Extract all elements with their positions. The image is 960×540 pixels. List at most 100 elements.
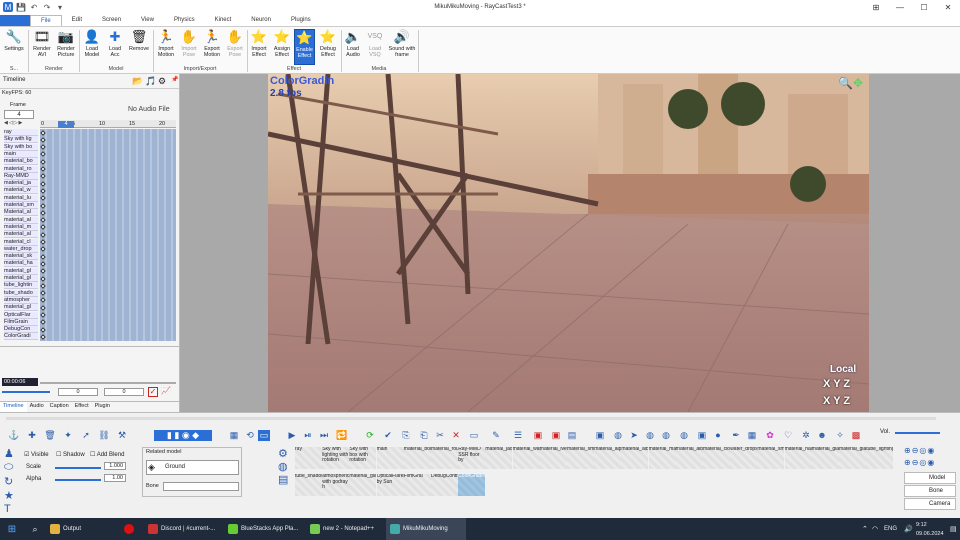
notifications-icon[interactable]: ▤ [946,518,960,540]
model-item[interactable]: tube_shadow [295,474,322,496]
model-item[interactable]: material_rough_iron [431,447,458,469]
copy-icon[interactable]: ⎘ [400,430,412,441]
track-row[interactable]: material_ha [4,260,38,268]
tool-icon[interactable]: ⚒ [116,430,128,441]
model-item[interactable]: material_glass_refractive [839,447,866,469]
load-audio-button[interactable]: 🔈 Load Audio [343,29,363,65]
folder-icon[interactable]: 📂 [132,76,143,87]
tab-neuron[interactable]: Neuron [241,15,281,26]
tab-view[interactable]: View [131,15,164,26]
grid-icon[interactable]: ▦ [228,430,240,441]
taskbar-item-output[interactable]: Output [46,518,120,540]
tab-kinect[interactable]: Kinect [205,15,242,26]
link-icon[interactable]: ⛓ [98,430,110,441]
track-row[interactable]: water_drop [4,245,38,253]
local-mode-label[interactable]: Local [830,364,856,375]
track-row[interactable]: Sky with lig [4,136,38,144]
assign-effect-button[interactable]: ⭐ Assign Effect [271,29,293,65]
model-item[interactable]: material_smooth_gold [757,447,785,469]
maximize-button[interactable]: ☐ [912,0,936,14]
current-frame-marker[interactable]: 4 [58,121,74,128]
alpha-slider[interactable] [55,479,101,481]
model-item[interactable]: material_alpha_2.0 [594,447,622,469]
layout-icon[interactable]: ⊞ [864,0,888,14]
axis-gizmo-2[interactable]: X Y Z [823,395,850,407]
search-icon[interactable]: ⌕ [24,518,46,540]
model-item[interactable]: Ray-MMD SSR floor by [458,447,486,469]
list-icon[interactable]: ☰ [512,430,524,441]
tab-plugin[interactable]: Plugin [92,402,113,412]
anchor-icon[interactable]: ⚓ [8,430,20,441]
volume-slider[interactable] [895,432,940,434]
render-avi-button[interactable]: 🎞 Render AVI [31,29,53,65]
track-row[interactable]: material_gl [4,267,38,275]
track-row[interactable]: DebugCon [4,326,38,334]
model-item[interactable]: OpticalFlares by Sun [376,474,404,496]
step-icon[interactable]: ⏭ [318,430,330,441]
close-button[interactable]: ✕ [936,0,960,14]
track-row[interactable]: main [4,150,38,158]
tab-physics[interactable]: Physics [164,15,205,26]
taskbar-item-notepad[interactable]: new 2 - Notepad++ [306,518,386,540]
loop-icon[interactable]: ⟲ [244,430,256,441]
model-item[interactable]: material_glass [811,447,839,469]
image2-icon[interactable]: ▣ [550,430,562,441]
sparkle-icon[interactable]: ✧ [834,430,846,441]
globe-icon[interactable]: ◍ [612,430,624,441]
zoom-icon[interactable]: 🔍 [838,76,853,90]
star-tool-icon[interactable]: ★ [4,489,16,502]
model-item[interactable]: material_glass_refractive_frosted [349,474,377,496]
render-picture-button[interactable]: 📷 Render Picture [54,29,78,65]
cube-icon[interactable]: ▣ [594,430,606,441]
zoom-slider[interactable] [2,388,50,396]
language-indicator[interactable]: ENG [880,518,901,540]
graph-icon[interactable]: 📈 [161,387,173,397]
import-pose-button[interactable]: ✋ Import Pose [178,29,200,65]
track-row[interactable]: material_w [4,187,38,195]
model-item[interactable]: material_albedo [675,447,703,469]
alpha-input[interactable]: 1.00 [104,474,126,482]
track-row[interactable]: FilmGrain [4,318,38,326]
play-pause-icon[interactable]: ⏯ [302,430,314,441]
model-item[interactable]: material_albedo_x4 [621,447,649,469]
camera-nav-icons[interactable]: ⊕⊖◎◉ [904,446,956,456]
load-acc-button[interactable]: ✚ Load Acc [105,29,125,65]
scale-slider[interactable] [55,467,101,469]
track-row[interactable]: ColorGradi [4,333,38,341]
tab-screen[interactable]: Screen [92,15,131,26]
track-row[interactable]: material_al [4,216,38,224]
tab-quick[interactable] [0,15,30,26]
music-icon[interactable]: 🎵 [145,76,156,87]
tab-caption[interactable]: Caption [47,402,72,412]
model-mode-button[interactable]: Model [904,472,956,484]
range-start-input[interactable]: 0 [58,388,98,396]
track-row[interactable]: material_ro [4,165,38,173]
shadow-checkbox[interactable]: ☐ Shadow [56,451,85,458]
track-row[interactable]: Material_al [4,209,38,217]
pencil-icon[interactable]: ✎ [490,430,502,441]
text-icon[interactable]: T [4,503,16,515]
bone-select[interactable] [163,482,239,491]
repeat-icon[interactable]: 🔁 [336,430,348,441]
tab-effect[interactable]: Effect [72,402,92,412]
selection-mode-group[interactable]: ▮ ▮ ◉ ◆ [154,430,212,441]
model-item[interactable]: material_water [512,447,540,469]
remove-button[interactable]: 🗑 Remove [127,29,151,65]
cut-icon[interactable]: ✂ [434,430,446,441]
track-row[interactable]: material_ja [4,180,38,188]
model-item[interactable]: material_jade_white [485,447,513,469]
tab-timeline[interactable]: Timeline [0,402,27,412]
frame-nav-buttons[interactable]: ◀◁▷▶ [4,120,36,127]
robot-icon[interactable]: ▩ [850,430,862,441]
camera-nav-icons-2[interactable]: ⊕⊖◎◉ [904,458,956,468]
taskbar-item-opera[interactable] [120,518,144,540]
arrow-icon[interactable]: ➤ [628,430,640,441]
track-row[interactable]: material_m [4,223,38,231]
globe2-icon[interactable]: ◍ [644,430,656,441]
bone-mode-button[interactable]: Bone [904,485,956,497]
globe-list-icon[interactable]: ◍ [278,460,288,473]
frame-icon[interactable]: ▭ [468,430,480,441]
debug-effect-button[interactable]: ⭐ Debug Effect [317,29,339,65]
model-item[interactable]: Sky with box with rotation [349,447,377,469]
tab-audio[interactable]: Audio [27,402,47,412]
